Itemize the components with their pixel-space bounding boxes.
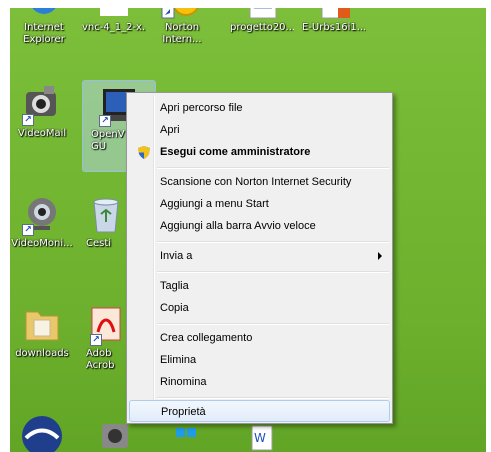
vnc-installer-icon — [92, 8, 136, 20]
desktop-icon-downloads[interactable]: downloads — [10, 302, 74, 360]
menu-item-delete[interactable]: Elimina — [129, 349, 390, 371]
desktop-icon-label: downloads — [15, 348, 69, 359]
svg-text:W: W — [254, 431, 266, 445]
menu-separator — [157, 271, 389, 273]
desktop-icon-label: Adob Acrob — [86, 348, 115, 371]
desktop-icon-label: OpenV GU — [91, 129, 125, 152]
menu-item-properties[interactable]: Proprietà — [129, 400, 390, 422]
shortcut-arrow-icon: ↗ — [22, 224, 34, 236]
menu-item-run-as-admin[interactable]: Esegui come amministratore — [129, 141, 390, 163]
recycle-bin-icon — [88, 192, 124, 236]
menu-item-rename[interactable]: Rinomina — [129, 371, 390, 393]
video-camera-icon: ↗ — [20, 82, 64, 126]
document-icon — [312, 8, 356, 20]
webcam-icon: ↗ — [20, 192, 64, 236]
folder-icon — [20, 302, 64, 346]
menu-item-label: Apri — [160, 124, 180, 136]
menu-item-label: Scansione con Norton Internet Security — [160, 176, 352, 188]
menu-separator — [157, 397, 389, 399]
shortcut-arrow-icon: ↗ — [99, 115, 111, 127]
desktop-icon-label: vnc-4_1_2-x... — [82, 22, 146, 33]
shortcut-arrow-icon: ↗ — [90, 334, 102, 346]
desktop-icon-label: Cesti — [86, 238, 112, 249]
menu-item-label: Aggiungi alla barra Avvio veloce — [160, 220, 316, 232]
norton-icon — [160, 8, 204, 20]
desktop-icon-label: VideoMoni... — [11, 238, 73, 249]
menu-separator — [157, 167, 389, 169]
submenu-arrow-icon — [378, 252, 382, 260]
windows-logo-icon[interactable] — [174, 426, 198, 450]
menu-item-create-shortcut[interactable]: Crea collegamento — [129, 327, 390, 349]
menu-item-label: Copia — [160, 302, 189, 314]
menu-item-cut[interactable]: Taglia — [129, 275, 390, 297]
desktop-icon-eurbs[interactable]: E-Urbs16i1... — [302, 8, 366, 34]
desktop-icon-internet-explorer[interactable]: Internet Explorer — [12, 8, 76, 46]
uac-shield-icon — [138, 146, 150, 159]
menu-item-pin-to-start[interactable]: Aggiungi a menu Start — [129, 193, 390, 215]
desktop-icon-recycle-bin[interactable]: Cesti — [86, 192, 126, 250]
desktop-icon-norton[interactable]: Norton Intern... — [150, 8, 214, 46]
desktop-icon-label: Norton Intern... — [162, 22, 202, 45]
menu-item-open-file-location[interactable]: Apri percorso file — [129, 97, 390, 119]
menu-item-send-to[interactable]: Invia a — [129, 245, 390, 267]
acrobat-icon: ↗ — [88, 302, 124, 346]
menu-item-open[interactable]: Apri — [129, 119, 390, 141]
desktop-icon-label: E-Urbs16i1... — [302, 22, 366, 33]
document-icon — [240, 8, 284, 20]
desktop-icon-videomonitor[interactable]: ↗ VideoMoni... — [10, 192, 74, 250]
desktop-icon-label: Internet Explorer — [23, 22, 65, 45]
menu-item-label: Apri percorso file — [160, 102, 243, 114]
menu-item-label: Proprietà — [161, 406, 206, 418]
desktop-icon-label: VideoMail — [17, 128, 67, 139]
desktop-icon-label: progetto20... — [230, 22, 294, 33]
context-menu: Apri percorso file Apri Esegui come ammi… — [126, 92, 393, 424]
internet-explorer-icon — [22, 8, 66, 20]
menu-item-copy[interactable]: Copia — [129, 297, 390, 319]
word-document-icon[interactable]: W — [246, 422, 276, 452]
menu-item-label: Rinomina — [160, 376, 207, 388]
menu-separator — [157, 323, 389, 325]
desktop-icon-videomail[interactable]: ↗ VideoMail — [10, 82, 74, 140]
menu-item-label: Crea collegamento — [160, 332, 253, 344]
menu-item-label: Esegui come amministratore — [160, 146, 311, 158]
menu-item-norton-scan[interactable]: Scansione con Norton Internet Security — [129, 171, 390, 193]
shortcut-arrow-icon: ↗ — [22, 114, 34, 126]
menu-item-add-quick-launch[interactable]: Aggiungi alla barra Avvio veloce — [129, 215, 390, 237]
menu-item-label: Taglia — [160, 280, 189, 292]
menu-item-label: Aggiungi a menu Start — [160, 198, 269, 210]
menu-separator — [157, 241, 389, 243]
desktop-icon-progetto[interactable]: progetto20... — [230, 8, 294, 34]
desktop-icon-vnc[interactable]: vnc-4_1_2-x... — [82, 8, 146, 34]
menu-item-label: Elimina — [160, 354, 197, 366]
google-earth-icon[interactable] — [18, 412, 66, 452]
desktop-icon-adobe-acrobat[interactable]: ↗ Adob Acrob — [86, 302, 126, 372]
menu-item-label: Invia a — [160, 250, 193, 262]
